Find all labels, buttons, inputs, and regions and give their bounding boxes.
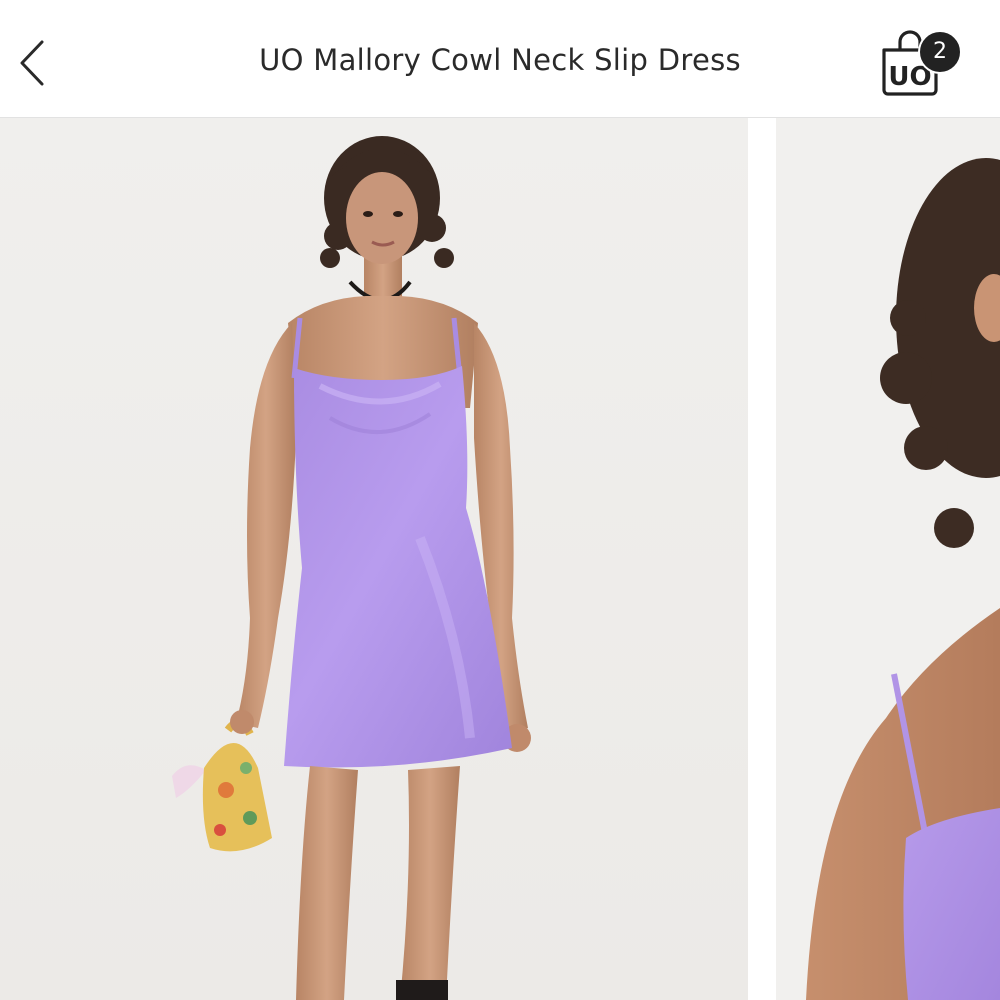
cart-button[interactable]: UO 2 [872,24,964,100]
product-image-carousel[interactable] [0,118,1000,1000]
page-title: UO Mallory Cowl Neck Slip Dress [259,43,741,77]
cart-count-badge: 2 [918,30,962,74]
navigation-bar: UO Mallory Cowl Neck Slip Dress UO 2 [0,0,1000,118]
chevron-left-icon [20,40,44,86]
product-image-1[interactable] [0,118,748,1000]
back-button[interactable] [14,34,58,92]
model-photo-closeup [776,118,1000,1000]
product-image-2[interactable] [776,118,1000,1000]
model-photo-full [0,118,748,1000]
product-detail-screen: UO Mallory Cowl Neck Slip Dress UO 2 [0,0,1000,1000]
